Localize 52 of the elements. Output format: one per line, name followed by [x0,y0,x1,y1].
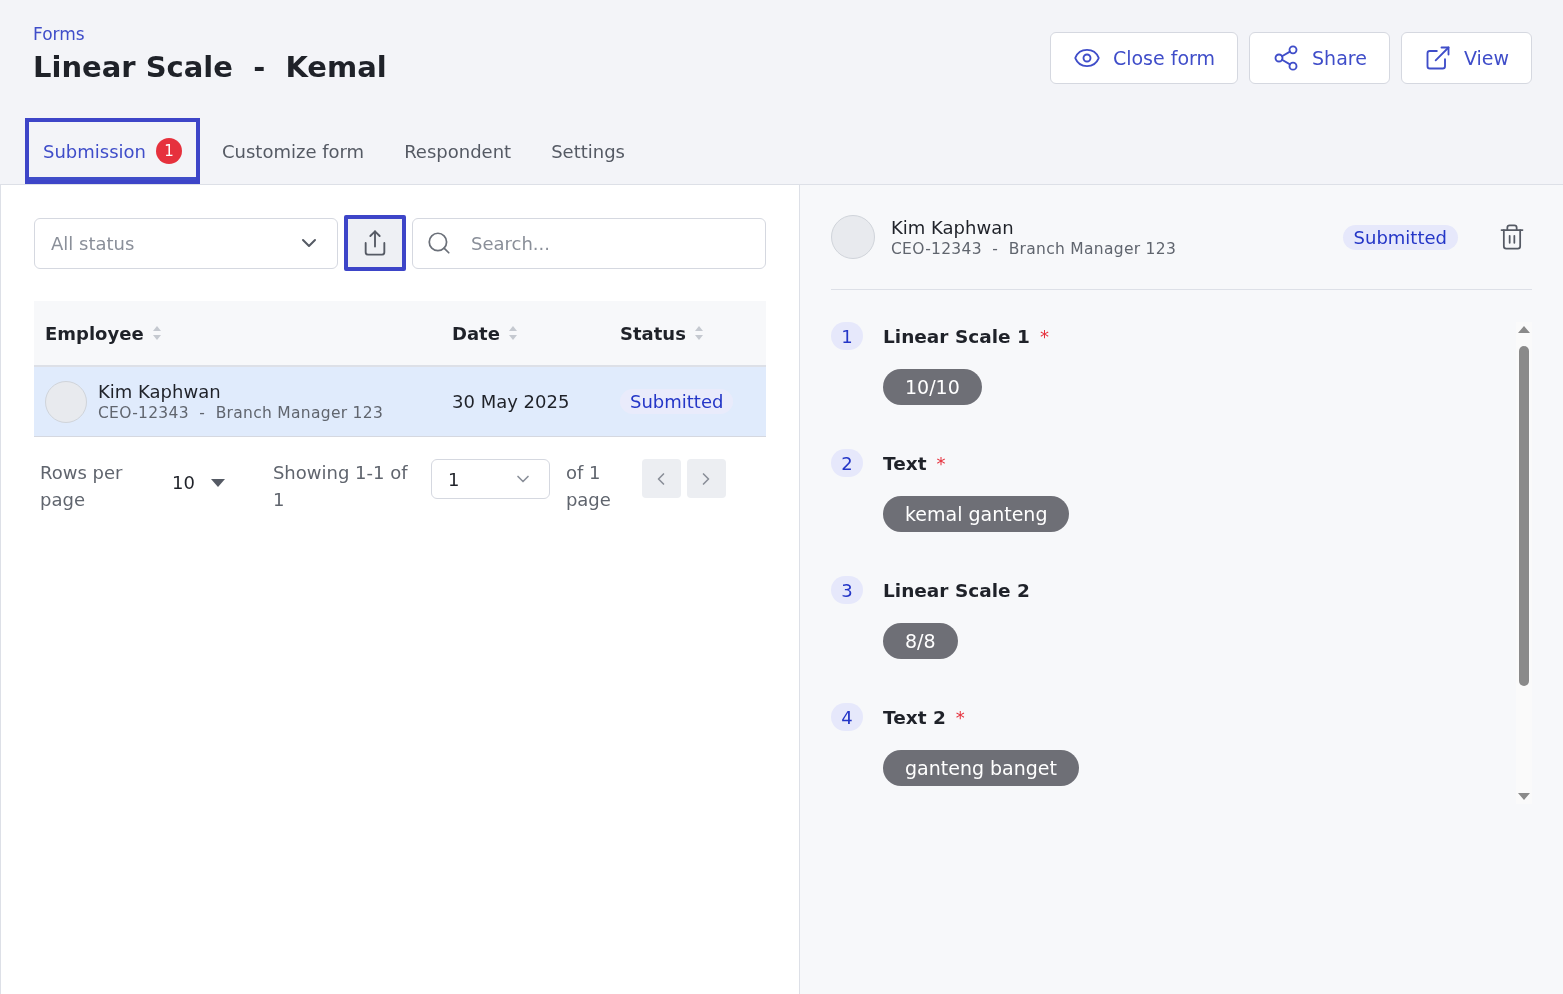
search-field[interactable]: Search... [412,217,766,269]
avatar [45,380,87,423]
tab[interactable]: Settings [533,118,643,184]
respondent-role: CEO-12343 - Branch Manager 123 [891,239,1177,258]
question-label: Linear Scale 2 [883,579,1030,601]
tab[interactable]: Customize form [204,118,383,184]
showing-label: Showing 1-1 of 1 [272,461,409,512]
column-header[interactable]: Employee [45,322,144,344]
question-number: 4 [831,703,863,731]
question-label: Text 2 [883,706,946,728]
rows-per-page-label: Rows per page [40,461,124,512]
export-button[interactable] [344,215,406,271]
rows-per-page-select[interactable]: 10 [172,472,225,493]
breadcrumb-link[interactable]: Forms [33,24,85,44]
question-number: 3 [831,576,863,604]
required-asterisk: * [936,452,946,474]
sort-icon[interactable] [693,324,704,342]
employee-name: Kim Kaphwan [98,381,222,402]
tab[interactable]: Submission 1 [25,118,200,184]
count-badge: 1 [156,138,182,164]
status-tag: Submitted [620,389,734,414]
avatar [831,215,875,259]
column-header[interactable]: Date [452,322,500,344]
tab[interactable]: Respondent [386,118,530,184]
required-asterisk: * [955,706,965,728]
answer-pill: 10/10 [883,369,982,405]
answer-pill: kemal ganteng [883,496,1070,532]
column-header[interactable]: Status [620,322,686,344]
date-cell-text: 30 May 2025 [452,391,571,412]
question-number: 2 [831,449,863,477]
header-button[interactable]: View [1400,32,1532,84]
next-page-button[interactable] [686,459,726,498]
sort-icon[interactable] [507,324,518,342]
respondent-name: Kim Kaphwan [891,216,1015,238]
question-label: Text [883,452,927,474]
answer-pill: ganteng banget [883,750,1079,786]
status-tag: Submitted [1342,224,1458,250]
sort-icon[interactable] [151,324,162,342]
table-row[interactable]: Kim Kaphwan CEO-12343 - Branch Manager 123 30 May 2025 Submitted [34,367,766,437]
page-select[interactable]: 1 [430,459,550,499]
question-label: Linear Scale 1 [883,325,1030,347]
status-select[interactable]: All status [34,217,338,269]
page-count-label: of 1 page [565,461,612,512]
previous-page-button[interactable] [641,459,681,498]
required-asterisk: * [1039,325,1049,347]
page-title: Linear Scale - Kemal [33,50,387,84]
question-number: 1 [831,322,863,350]
header-button[interactable]: Close form [1049,32,1239,84]
employee-role: CEO-12343 - Branch Manager 123 [98,404,384,422]
header-button[interactable]: Share [1249,32,1390,84]
answer-pill: 8/8 [883,623,958,659]
caret-icon [210,478,225,487]
